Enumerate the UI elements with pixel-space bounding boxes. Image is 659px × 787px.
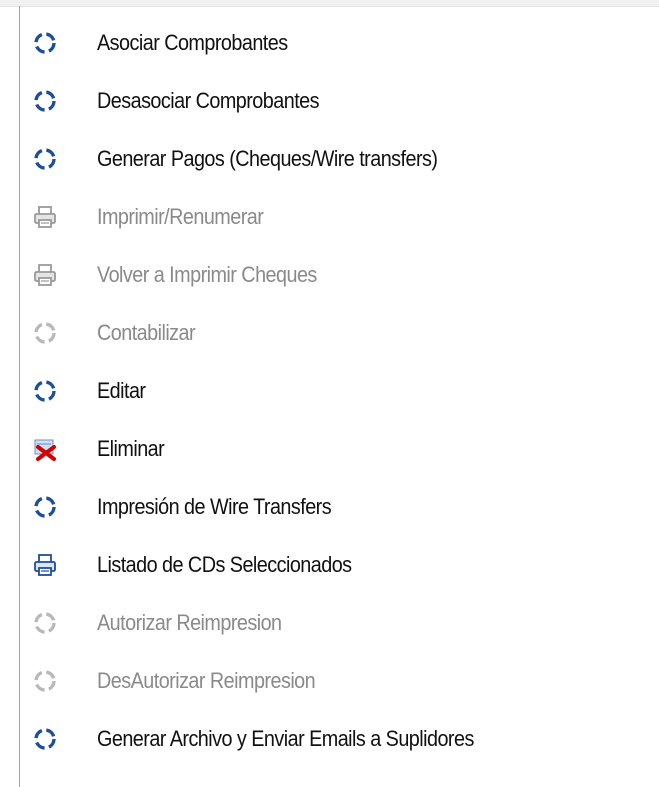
menu-item-label: DesAutorizar Reimpresion [97,668,316,693]
menu-item-label: Contabilizar [97,320,196,345]
menu-item-label: Eliminar [97,436,165,461]
menu-item-generar-archivo-emails[interactable]: Generar Archivo y Enviar Emails a Suplid… [20,710,659,768]
menu-item-listado-cds[interactable]: Listado de CDs Seleccionados [20,536,659,594]
menu-top-edge [0,0,659,7]
refresh-circle-icon [30,28,60,58]
refresh-circle-icon [30,492,60,522]
printer-icon [30,260,60,290]
delete-x-icon [30,434,60,464]
menu-item-label: Autorizar Reimpresion [97,610,282,635]
menu-item-generar-pagos[interactable]: Generar Pagos (Cheques/Wire transfers) [20,130,659,188]
menu-item-label: Volver a Imprimir Cheques [97,262,317,287]
menu-item-label: Editar [97,378,146,403]
menu-item-label: Asociar Comprobantes [97,30,288,55]
refresh-circle-icon [30,144,60,174]
refresh-circle-icon [30,666,60,696]
menu-item-impresion-wire-transfers[interactable]: Impresión de Wire Transfers [20,478,659,536]
menu-item-label: Imprimir/Renumerar [97,204,264,229]
menu-item-editar[interactable]: Editar [20,362,659,420]
refresh-circle-icon [30,608,60,638]
menu-item-volver-imprimir-cheques[interactable]: Volver a Imprimir Cheques [20,246,659,304]
menu-item-desasociar-comprobantes[interactable]: Desasociar Comprobantes [20,72,659,130]
menu-item-label: Desasociar Comprobantes [97,88,320,113]
menu-item-eliminar[interactable]: Eliminar [20,420,659,478]
menu-item-desautorizar-reimpresion[interactable]: DesAutorizar Reimpresion [20,652,659,710]
refresh-circle-icon [30,318,60,348]
menu-item-label: Generar Archivo y Enviar Emails a Suplid… [97,726,474,751]
menu-item-contabilizar[interactable]: Contabilizar [20,304,659,362]
context-menu: Asociar Comprobantes Desasociar Comproba… [20,14,659,768]
menu-item-asociar-comprobantes[interactable]: Asociar Comprobantes [20,14,659,72]
refresh-circle-icon [30,376,60,406]
menu-item-label: Listado de CDs Seleccionados [97,552,352,577]
menu-item-label: Impresión de Wire Transfers [97,494,332,519]
menu-item-imprimir-renumerar[interactable]: Imprimir/Renumerar [20,188,659,246]
printer-icon [30,550,60,580]
refresh-circle-icon [30,86,60,116]
menu-item-label: Generar Pagos (Cheques/Wire transfers) [97,146,438,171]
printer-icon [30,202,60,232]
refresh-circle-icon [30,724,60,754]
menu-item-autorizar-reimpresion[interactable]: Autorizar Reimpresion [20,594,659,652]
